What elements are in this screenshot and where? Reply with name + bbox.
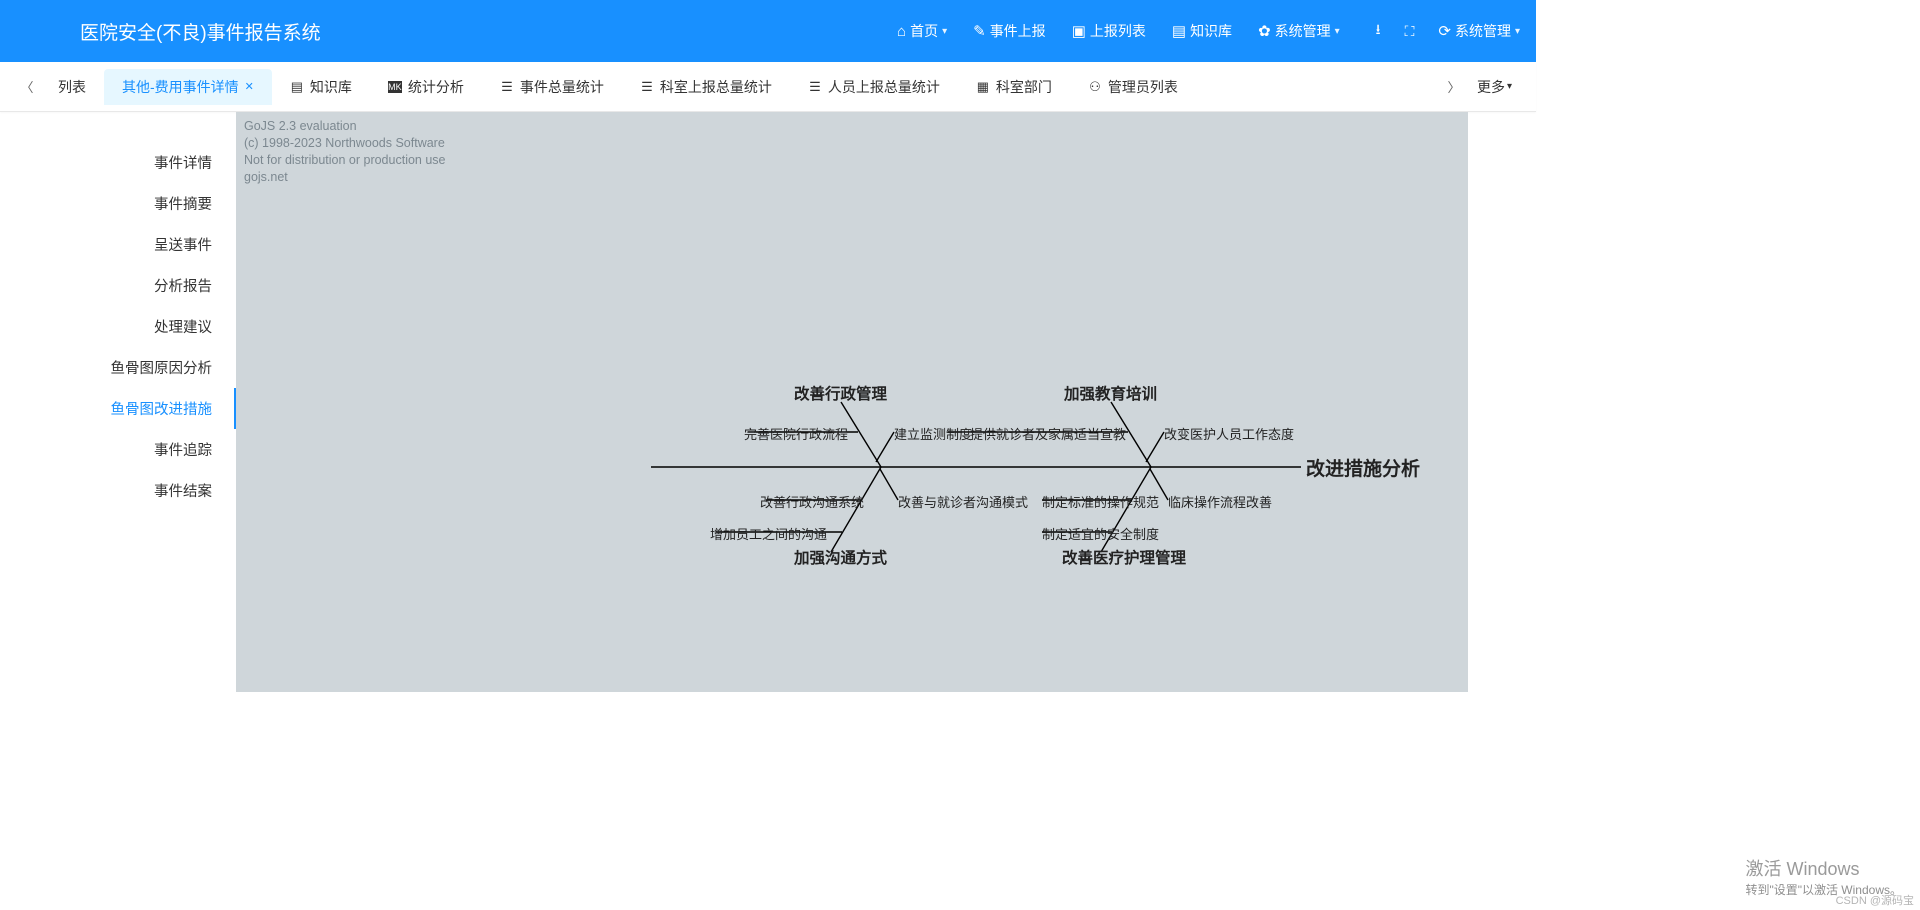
fishbone-diagram: 改进措施分析 改善行政管理 完善医院行政流程 建立监测制度 加强教育培训 提供就… [486, 382, 1406, 622]
top-nav: ⌂ 首页 ▾ ✎ 事件上报 ▣ 上报列表 ▤ 知识库 ✿ 系统管理 ▾ ⭳ ⛶ … [321, 19, 1520, 43]
nav-label: 系统管理 [1275, 21, 1331, 41]
leaf: 制定标准的操作规范 [1042, 492, 1159, 511]
credit: CSDN @源码宝 [1836, 892, 1914, 908]
leaf: 增加员工之间的沟通 [710, 524, 827, 543]
tab-stat[interactable]: MK统计分析 [370, 69, 482, 105]
nav-analysis[interactable]: 分析报告 [0, 265, 236, 306]
leaf: 改善行政沟通系统 [760, 492, 864, 511]
nav-list[interactable]: ▣ 上报列表 [1072, 21, 1146, 41]
tab-dept[interactable]: ▦科室部门 [958, 69, 1070, 105]
scroll-left-icon[interactable]: 〈 [14, 77, 40, 96]
book-icon: ▤ [290, 79, 304, 95]
nav-advice[interactable]: 处理建议 [0, 306, 236, 347]
nav-track[interactable]: 事件追踪 [0, 429, 236, 470]
edit-icon: ✎ [973, 22, 986, 40]
branch-admin: 改善行政管理 [794, 382, 887, 404]
tab-total[interactable]: ☰事件总量统计 [482, 69, 622, 105]
nav-fishbone-improve[interactable]: 鱼骨图改进措施 [0, 388, 236, 429]
chevron-down-icon: ▾ [1515, 26, 1520, 37]
nav-home[interactable]: ⌂ 首页 ▾ [897, 21, 947, 41]
leaf: 改变医护人员工作态度 [1164, 424, 1294, 443]
list-icon: ☰ [808, 79, 822, 95]
chevron-down-icon: ▾ [1335, 26, 1340, 37]
side-nav: 事件详情 事件摘要 呈送事件 分析报告 处理建议 鱼骨图原因分析 鱼骨图改进措施… [0, 112, 236, 910]
download-icon[interactable]: ⭳ [1376, 19, 1381, 43]
nav-label: 上报列表 [1090, 21, 1146, 41]
scroll-right-icon[interactable]: 〉 [1441, 77, 1467, 96]
mark-icon: MK [388, 81, 402, 93]
gear-icon: ✿ [1258, 22, 1271, 40]
leaf: 提供就诊者及家属适当宣教 [970, 424, 1126, 443]
close-icon[interactable]: ✕ [245, 80, 254, 93]
tab-list[interactable]: 列表 [40, 69, 104, 105]
nav-fishbone-cause[interactable]: 鱼骨图原因分析 [0, 347, 236, 388]
leaf: 改善与就诊者沟通模式 [898, 492, 1028, 511]
refresh-icon: ⟳ [1438, 22, 1451, 40]
list-icon: ☰ [640, 79, 654, 95]
nav-sys2[interactable]: ⟳ 系统管理 ▾ [1438, 21, 1520, 41]
tabs: 列表 其他-费用事件详情✕ ▤知识库 MK统计分析 ☰事件总量统计 ☰科室上报总… [40, 69, 1441, 105]
canvas-watermark: GoJS 2.3 evaluation (c) 1998-2023 Northw… [244, 118, 446, 186]
branch-comm: 加强沟通方式 [794, 546, 887, 568]
app-title: 医院安全(不良)事件报告系统 [80, 18, 321, 45]
nav-sys[interactable]: ✿ 系统管理 ▾ [1258, 21, 1340, 41]
tab-admin[interactable]: ⚇管理员列表 [1070, 69, 1196, 105]
fishbone-head: 改进措施分析 [1306, 454, 1420, 481]
fullscreen-icon[interactable]: ⛶ [1405, 23, 1415, 40]
tab-dept-total[interactable]: ☰科室上报总量统计 [622, 69, 790, 105]
book-icon: ▤ [1172, 22, 1186, 40]
nav-label: 知识库 [1190, 21, 1232, 41]
canvas-container: GoJS 2.3 evaluation (c) 1998-2023 Northw… [236, 112, 1536, 910]
header-tools: ⭳ ⛶ ⟳ 系统管理 ▾ [1376, 19, 1520, 43]
nav-submit[interactable]: 呈送事件 [0, 224, 236, 265]
dept-icon: ▦ [976, 79, 990, 95]
nav-close[interactable]: 事件结案 [0, 470, 236, 511]
branch-train: 加强教育培训 [1064, 382, 1157, 404]
diagram-canvas[interactable]: GoJS 2.3 evaluation (c) 1998-2023 Northw… [236, 112, 1468, 692]
tabs-more[interactable]: 更多▾ [1467, 77, 1522, 97]
leaf: 完善医院行政流程 [744, 424, 848, 443]
chevron-down-icon: ▾ [1507, 81, 1512, 92]
leaf: 建立监测制度 [894, 424, 972, 443]
user-icon: ⚇ [1088, 79, 1102, 95]
list-icon: ☰ [500, 79, 514, 95]
page-content: 事件详情 事件摘要 呈送事件 分析报告 处理建议 鱼骨图原因分析 鱼骨图改进措施… [0, 112, 1536, 910]
branch-medical: 改善医疗护理管理 [1062, 546, 1186, 568]
nav-event-detail[interactable]: 事件详情 [0, 142, 236, 183]
nav-label: 事件上报 [990, 21, 1046, 41]
chevron-down-icon: ▾ [942, 26, 947, 37]
nav-report[interactable]: ✎ 事件上报 [973, 21, 1046, 41]
tab-staff-total[interactable]: ☰人员上报总量统计 [790, 69, 958, 105]
tab-kb[interactable]: ▤知识库 [272, 69, 370, 105]
nav-event-summary[interactable]: 事件摘要 [0, 183, 236, 224]
tab-bar: 〈 列表 其他-费用事件详情✕ ▤知识库 MK统计分析 ☰事件总量统计 ☰科室上… [0, 62, 1536, 112]
leaf: 制定适宜的安全制度 [1042, 524, 1159, 543]
grid-icon: ▣ [1072, 22, 1086, 40]
nav-label: 系统管理 [1455, 21, 1511, 41]
leaf: 临床操作流程改善 [1168, 492, 1272, 511]
home-icon: ⌂ [897, 23, 906, 40]
app-header: 医院安全(不良)事件报告系统 ⌂ 首页 ▾ ✎ 事件上报 ▣ 上报列表 ▤ 知识… [0, 0, 1536, 62]
tab-event-detail[interactable]: 其他-费用事件详情✕ [104, 69, 272, 105]
nav-label: 首页 [910, 21, 938, 41]
nav-kb[interactable]: ▤ 知识库 [1172, 21, 1232, 41]
